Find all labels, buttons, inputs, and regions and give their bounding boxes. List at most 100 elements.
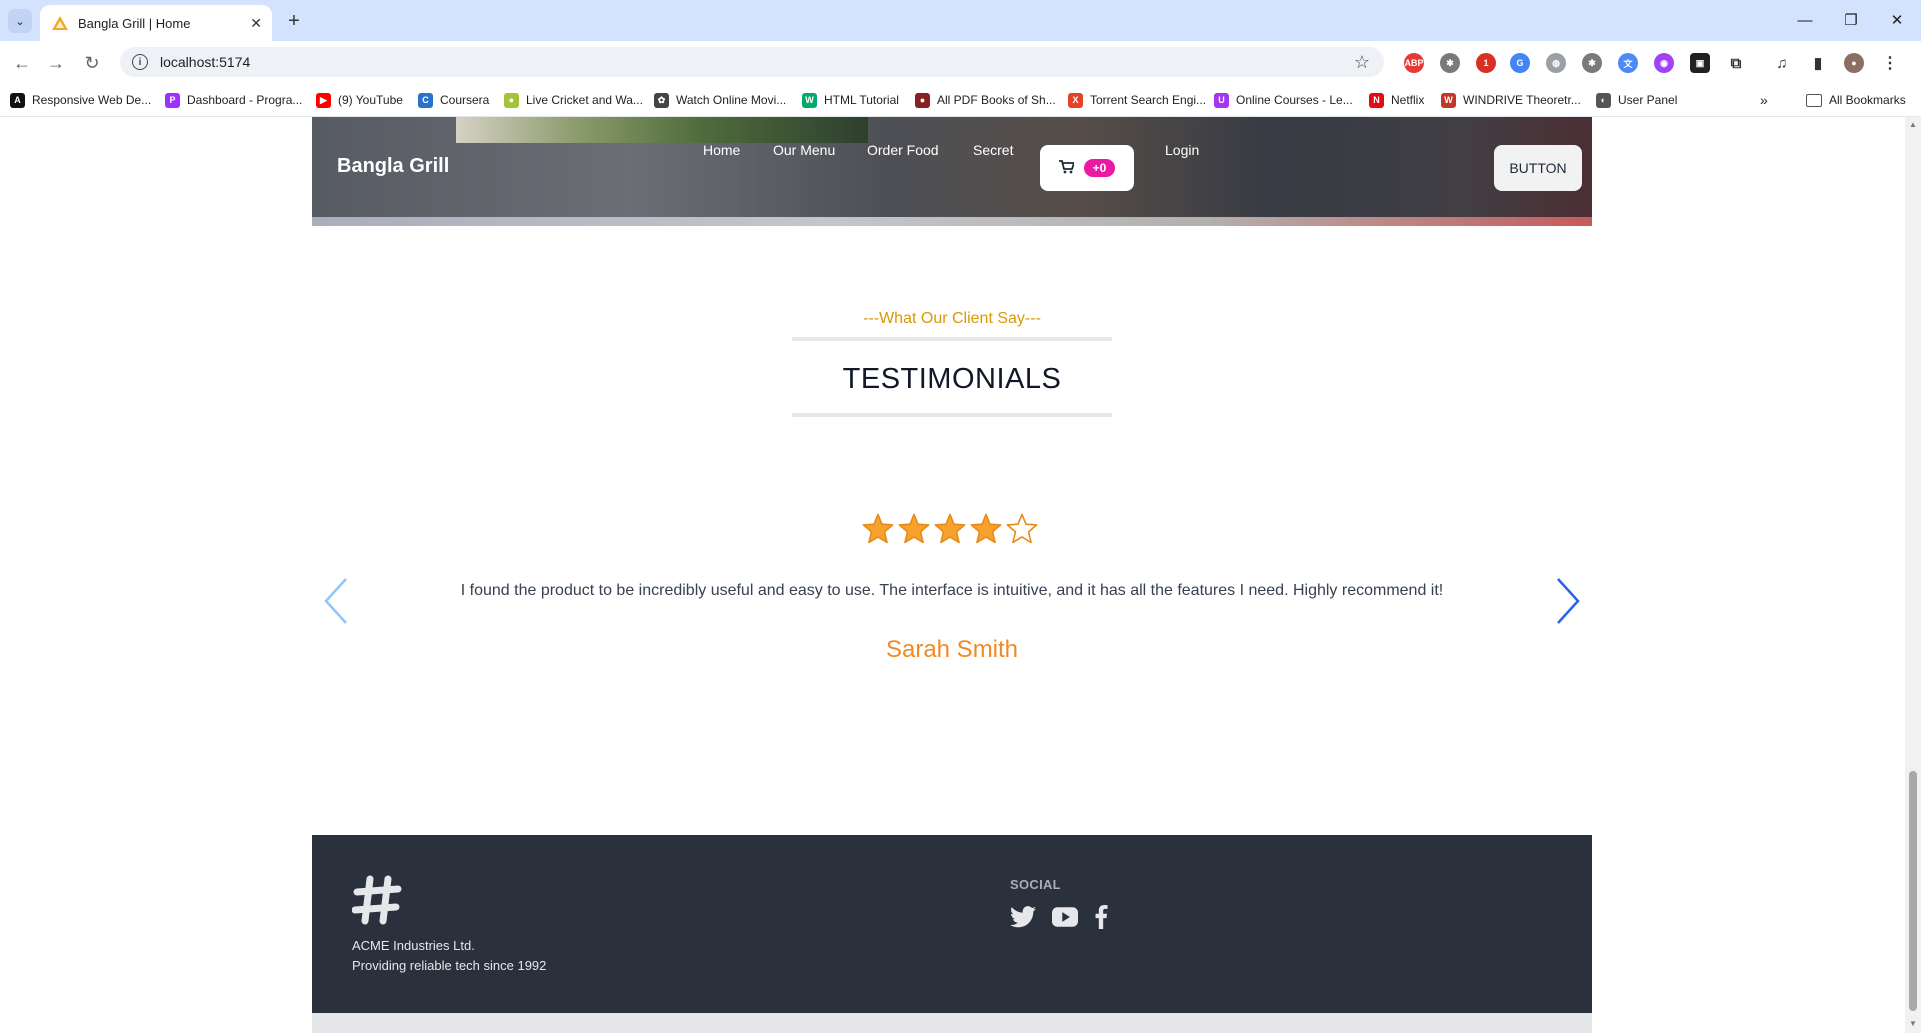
bookmark-favicon-icon: W [1441,92,1456,108]
bookmark-item[interactable]: N Netflix [1369,91,1424,109]
bookmark-favicon-icon: ▶ [316,92,331,108]
side-panel-icon[interactable]: ▮ [1808,53,1828,73]
primary-button[interactable]: BUTTON [1494,145,1582,191]
bookmark-item[interactable]: ● Live Cricket and Wa... [504,91,643,109]
site-info-icon[interactable]: i [132,54,148,70]
scrollbar-thumb[interactable] [1909,771,1917,1011]
forward-button[interactable]: → [42,49,70,77]
footer-bottom-bar [312,1013,1592,1033]
chevron-down-icon: ⌄ [15,15,25,28]
star-filled-icon [934,513,966,544]
close-window-button[interactable]: ✕ [1874,8,1920,32]
all-bookmarks-label: All Bookmarks [1829,93,1906,107]
bug-extension-icon[interactable]: ✱ [1582,53,1602,73]
bookmark-favicon-icon: P [165,92,180,108]
hero-image-strip [312,217,1592,226]
back-button[interactable]: ← [8,49,36,77]
social-links [1010,905,1108,929]
purple-extension-icon[interactable]: ◉ [1654,53,1674,73]
puzzle-extensions-icon[interactable]: ⧉ [1726,53,1746,73]
slider-next-arrow-icon[interactable] [1554,577,1582,625]
nav-link-home[interactable]: Home [703,142,740,158]
bookmark-label: HTML Tutorial [824,93,899,107]
extension-icon[interactable]: ✱ [1440,53,1460,73]
media-control-icon[interactable]: ♫ [1772,53,1792,73]
bookmark-favicon-icon: ● [915,92,930,108]
reload-button[interactable]: ↻ [78,49,106,77]
nav-link-order-food[interactable]: Order Food [867,142,939,158]
section-subheading: ---What Our Client Say--- [863,310,1041,327]
brand-logo-text[interactable]: Bangla Grill [337,155,449,178]
bookmark-item[interactable]: X Torrent Search Engi... [1068,91,1206,109]
bookmark-favicon-icon: ◐ [1596,92,1611,108]
heading-divider-bottom [792,413,1112,417]
more-bookmarks-button[interactable]: » [1760,91,1768,109]
bookmark-label: Netflix [1391,93,1425,107]
browser-toolbar: ← → ↻ i localhost:5174 ☆ ABP ✱ 1 G ◍ ✱ 文… [0,41,1921,83]
facebook-icon[interactable] [1094,905,1108,929]
browser-tabstrip: ⌄ Bangla Grill | Home ✕ + — ❐ ✕ [0,0,1921,41]
menu-kebab-icon[interactable]: ⋮ [1880,53,1900,73]
login-link[interactable]: Login [1165,142,1199,158]
favicon-icon [52,15,68,31]
rating-stars [862,513,1038,544]
hash-logo-icon [351,875,402,930]
bookmark-favicon-icon: X [1068,92,1083,108]
bookmark-item[interactable]: U Online Courses - Le... [1214,91,1353,109]
nav-link-secret[interactable]: Secret [973,142,1013,158]
testimonial-author: Sarah Smith [885,636,1019,663]
dark-extension-icon[interactable]: ▣ [1690,53,1710,73]
bookmark-item[interactable]: A Responsive Web De... [10,91,151,109]
scroll-down-arrow-icon[interactable]: ▼ [1908,1019,1918,1029]
restore-button[interactable]: ❐ [1828,8,1874,32]
testimonial-quote: I found the product to be incredibly use… [460,582,1444,599]
nav-link-our-menu[interactable]: Our Menu [773,142,835,158]
bookmark-item[interactable]: ▶ (9) YouTube [316,91,403,109]
company-tagline: Providing reliable tech since 1992 [352,958,547,973]
adblock-extension-icon[interactable]: ABP [1404,53,1424,73]
bookmark-item[interactable]: ◐ User Panel [1596,91,1677,109]
page-scrollbar[interactable]: ▲ ▼ [1905,117,1921,1033]
youtube-icon[interactable] [1052,907,1078,927]
company-name: ACME Industries Ltd. [352,938,475,953]
twitter-icon[interactable] [1010,906,1036,928]
url-text: localhost:5174 [160,54,251,70]
profile-avatar[interactable]: ● [1844,53,1864,73]
new-tab-button[interactable]: + [282,9,306,33]
heading-divider-top [792,337,1112,341]
scroll-up-arrow-icon[interactable]: ▲ [1908,120,1918,130]
cart-count-badge: +0 [1083,159,1116,177]
bookmark-item[interactable]: W HTML Tutorial [802,91,899,109]
slider-prev-arrow-icon[interactable] [322,577,350,625]
bookmark-favicon-icon: W [802,92,817,108]
all-bookmarks-button[interactable]: All Bookmarks [1806,91,1906,109]
bookmark-item[interactable]: P Dashboard - Progra... [165,91,302,109]
browser-tab-active[interactable]: Bangla Grill | Home ✕ [40,5,272,41]
globe-extension-icon[interactable]: ◍ [1546,53,1566,73]
address-bar[interactable]: i localhost:5174 ☆ [120,47,1384,77]
bookmark-item[interactable]: ✿ Watch Online Movi... [654,91,786,109]
minimize-button[interactable]: — [1782,8,1828,32]
bookmark-favicon-icon: A [10,92,25,108]
page-viewport: Bangla Grill Home Our Menu Order Food Se… [0,117,1905,1033]
bookmark-item[interactable]: ● All PDF Books of Sh... [915,91,1056,109]
bookmark-favicon-icon: ● [504,92,519,108]
bookmark-label: Responsive Web De... [32,93,152,107]
bookmark-favicon-icon: N [1369,92,1384,108]
bookmark-star-icon[interactable]: ☆ [1354,52,1370,73]
tab-close-icon[interactable]: ✕ [250,15,262,32]
language-extension-icon[interactable]: 文 [1618,53,1638,73]
notification-extension-icon[interactable]: 1 [1476,53,1496,73]
site-footer: ACME Industries Ltd. Providing reliable … [312,835,1592,1013]
bookmark-favicon-icon: C [418,92,433,108]
translate-extension-icon[interactable]: G [1510,53,1530,73]
bookmark-label: Coursera [440,93,490,107]
tab-list-button[interactable]: ⌄ [8,9,32,33]
social-title: SOCIAL [1010,877,1061,892]
bookmark-item[interactable]: W WINDRIVE Theoretr... [1441,91,1581,109]
cart-icon [1058,159,1075,177]
cart-button[interactable]: +0 [1040,145,1134,191]
bookmark-label: (9) YouTube [338,93,403,107]
bookmark-item[interactable]: C Coursera [418,91,489,109]
bookmarks-bar: A Responsive Web De... P Dashboard - Progra… [0,83,1921,117]
